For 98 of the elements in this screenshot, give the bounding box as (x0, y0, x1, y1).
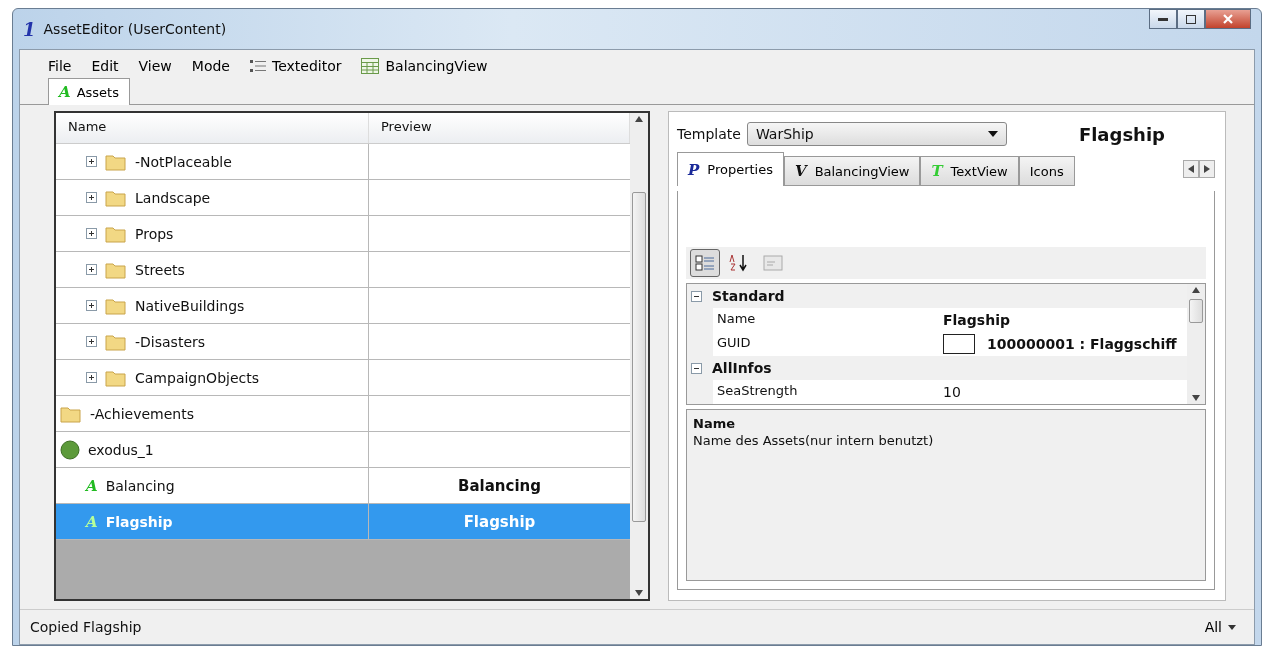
categorized-button[interactable] (690, 249, 720, 277)
tree-row[interactable]: A Balancing Balancing (56, 468, 630, 504)
tree-item-label: CampaignObjects (135, 369, 259, 386)
right-arrow-icon (1204, 165, 1210, 173)
tree-item-label: Flagship (105, 513, 173, 530)
tree-row[interactable]: -NotPlaceable (56, 144, 630, 180)
folder-icon (105, 260, 127, 279)
tree-row[interactable]: exodus_1 (56, 432, 630, 468)
menu-item[interactable]: BalancingView (353, 56, 496, 76)
scroll-right-button[interactable] (1199, 160, 1215, 178)
expand-icon[interactable] (86, 156, 97, 167)
maximize-icon (1186, 14, 1196, 24)
tree-row[interactable]: NativeBuildings (56, 288, 630, 324)
table-icon (361, 58, 380, 74)
window-icon (763, 255, 783, 271)
folder-icon (105, 332, 127, 351)
menu-item[interactable]: Edit (83, 56, 127, 76)
tree-item-label: NativeBuildings (135, 297, 245, 314)
folder-icon (105, 152, 127, 171)
collapse-icon[interactable] (691, 290, 702, 302)
tree-item-label: Balancing (105, 477, 175, 494)
property-value[interactable]: 100000001 : Flaggschiff (987, 336, 1177, 352)
left-arrow-icon (1188, 165, 1194, 173)
expand-icon[interactable] (86, 264, 97, 275)
help-title: Name (693, 416, 736, 431)
close-icon (1223, 14, 1233, 24)
folder-icon (105, 368, 127, 387)
expand-icon[interactable] (86, 300, 97, 311)
tree-row[interactable]: Streets (56, 252, 630, 288)
folder-icon (105, 224, 127, 243)
categorized-icon (695, 254, 715, 272)
asset-icon: A (86, 512, 98, 531)
scroll-down-icon (1192, 395, 1200, 401)
close-button[interactable] (1205, 9, 1251, 29)
expand-icon[interactable] (86, 228, 97, 239)
document-tab[interactable]: A Assets (48, 78, 130, 105)
globe-icon (60, 439, 80, 460)
tree-item-label: -Disasters (135, 333, 206, 350)
status-message: Copied Flagship (30, 619, 142, 635)
template-dropdown[interactable]: WarShip (746, 122, 1007, 146)
folder-icon (105, 296, 127, 315)
tree-item-label: Props (135, 225, 174, 242)
tab[interactable]: Icons (1018, 156, 1075, 186)
scrollbar-thumb[interactable] (632, 192, 646, 522)
folder-icon (105, 188, 127, 207)
tree-row[interactable]: -Disasters (56, 324, 630, 360)
property-value[interactable]: 10 (943, 384, 961, 400)
tree-row[interactable]: CampaignObjects (56, 360, 630, 396)
template-label: Template (677, 126, 741, 142)
tree-row[interactable]: Landscape (56, 180, 630, 216)
scrollbar-thumb[interactable] (1189, 299, 1203, 323)
tree-row[interactable]: -Achievements (56, 396, 630, 432)
menu-item[interactable]: View (130, 56, 180, 76)
collapse-icon[interactable] (691, 362, 702, 374)
minimize-button[interactable] (1149, 9, 1177, 29)
tree-row[interactable]: Props (56, 216, 630, 252)
menu-item[interactable]: File (40, 56, 80, 76)
asset-title: Flagship (1078, 123, 1165, 145)
app-icon: 1 (23, 18, 36, 40)
scroll-up-icon (635, 116, 643, 122)
folder-icon (60, 404, 82, 423)
help-text: Name des Assets(nur intern benutzt) (693, 433, 935, 448)
property-name: SeaStrength (716, 382, 799, 400)
expand-icon[interactable] (86, 192, 97, 203)
preview-label: Flagship (463, 512, 536, 531)
scroll-down-icon (635, 590, 643, 596)
menu-item[interactable]: Mode (183, 56, 238, 76)
sort-icon (729, 253, 749, 273)
filter-dropdown[interactable]: All (1196, 617, 1244, 637)
scrollbar[interactable] (630, 113, 648, 599)
tree-item-label: exodus_1 (88, 441, 154, 458)
dropdown-arrow-icon (1228, 624, 1236, 630)
scroll-up-icon (1192, 287, 1200, 293)
tree-item-label: -NotPlaceable (135, 153, 232, 170)
category-label: Standard (712, 288, 785, 304)
property-value[interactable]: Flagship (943, 312, 1010, 328)
tab[interactable]: T TextView (920, 156, 1019, 186)
asset-icon: A (86, 476, 98, 495)
expand-icon[interactable] (86, 336, 97, 347)
maximize-button[interactable] (1177, 9, 1205, 29)
preview-label: Balancing (458, 476, 541, 495)
property-name: GUID (716, 334, 752, 352)
minimize-icon (1158, 17, 1168, 21)
column-header[interactable]: Name (56, 113, 369, 143)
tree-item-label: Landscape (135, 189, 211, 206)
tree-item-label: Streets (135, 261, 185, 278)
property-name: Name (716, 310, 757, 328)
category-label: AllInfos (712, 360, 772, 376)
menu-item[interactable]: Texteditor (241, 56, 350, 76)
scroll-left-button[interactable] (1183, 160, 1199, 178)
tab[interactable]: V BalancingView (784, 156, 921, 186)
tab[interactable]: P Properties (677, 152, 784, 186)
dropdown-arrow-icon (987, 131, 998, 137)
tree-item-label: -Achievements (90, 405, 194, 422)
list-icon (249, 59, 266, 73)
expand-icon[interactable] (86, 372, 97, 383)
scrollbar[interactable] (1187, 284, 1205, 404)
window-title: AssetEditor (UserContent) (43, 21, 227, 37)
